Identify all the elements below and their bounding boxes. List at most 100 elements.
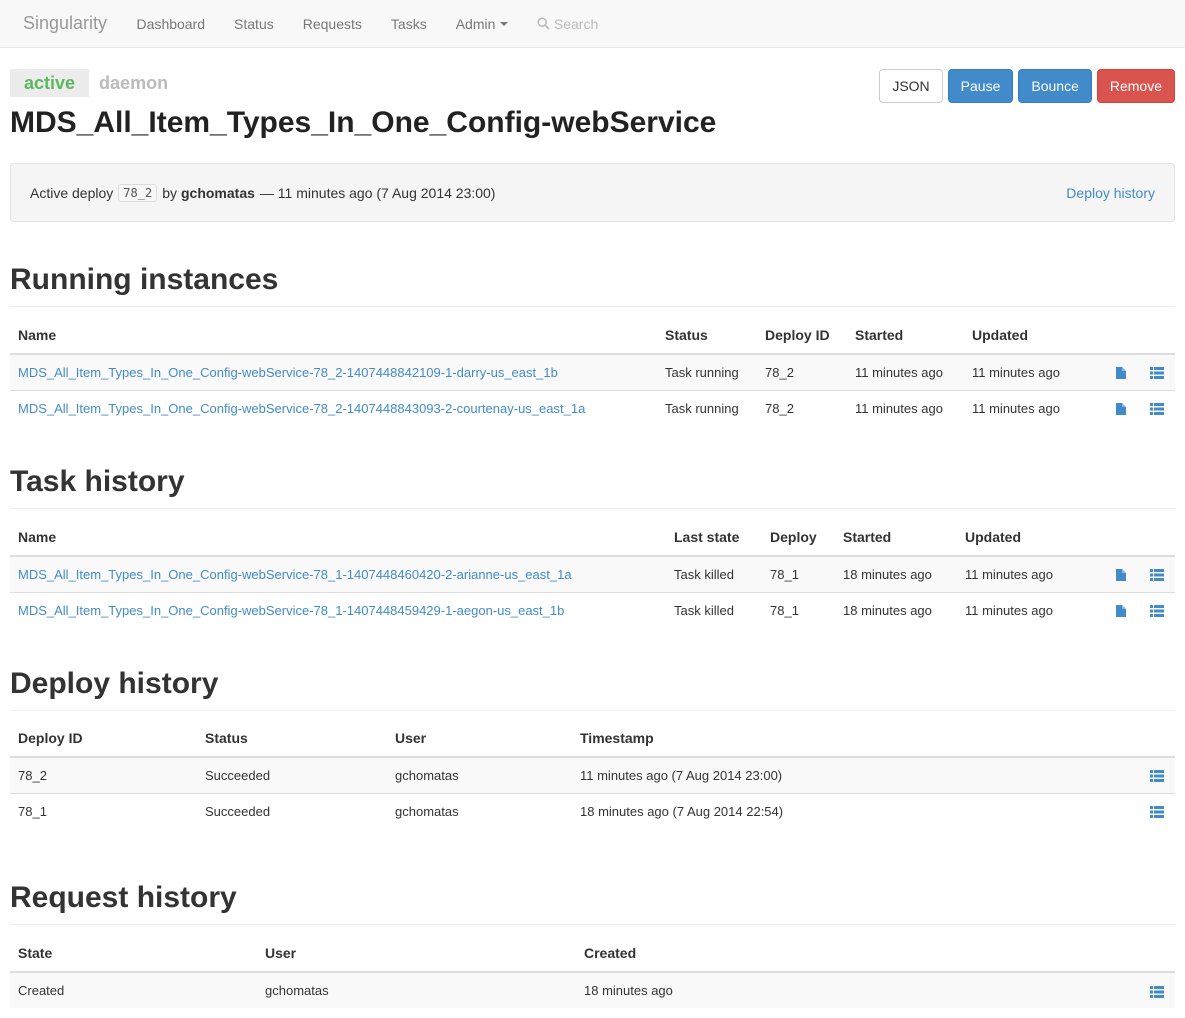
- json-button[interactable]: JSON: [879, 69, 943, 103]
- task-last-state: Task killed: [666, 555, 762, 592]
- active-deploy-by: by: [162, 184, 177, 201]
- task-deploy: 78_1: [762, 555, 835, 592]
- active-deploy-user: gchomatas: [180, 184, 255, 201]
- task-link[interactable]: MDS_All_Item_Types_In_One_Config-webServ…: [18, 567, 572, 582]
- task-status: Task running: [657, 389, 757, 426]
- col-started: Started: [847, 316, 964, 355]
- table-row: 78_1 Succeeded gchomatas 18 minutes ago …: [10, 792, 1175, 829]
- list-icon[interactable]: [1150, 367, 1164, 380]
- list-icon[interactable]: [1150, 569, 1164, 582]
- running-instances-title: Running instances: [10, 263, 279, 296]
- request-history-title: Request history: [10, 881, 237, 914]
- col-user: User: [387, 719, 572, 758]
- deploy-history-title: Deploy history: [10, 667, 219, 700]
- request-labels: active daemon: [10, 69, 178, 97]
- deploy-timestamp: 11 minutes ago (7 Aug 2014 23:00): [572, 756, 1139, 793]
- col-started: Started: [835, 518, 957, 557]
- task-updated: 11 minutes ago: [957, 591, 1103, 628]
- list-icon[interactable]: [1150, 985, 1164, 998]
- col-state: State: [10, 934, 257, 973]
- deploy-status: Succeeded: [197, 792, 387, 829]
- state-label: active: [10, 69, 90, 97]
- col-status: Status: [197, 719, 387, 758]
- task-status: Task running: [657, 353, 757, 390]
- col-created: Created: [576, 934, 1139, 973]
- nav-tasks[interactable]: Tasks: [376, 0, 441, 48]
- table-row: MDS_All_Item_Types_In_One_Config-webServ…: [10, 389, 1175, 426]
- task-updated: 11 minutes ago: [964, 389, 1103, 426]
- col-name: Name: [10, 316, 657, 355]
- nav-admin[interactable]: Admin: [441, 0, 523, 48]
- request-history-table: State User Created Created gchomatas 18 …: [10, 934, 1175, 1008]
- task-started: 11 minutes ago: [847, 389, 964, 426]
- deploy-id: 78_1: [10, 792, 197, 829]
- task-deploy: 78_2: [757, 353, 847, 390]
- list-icon[interactable]: [1150, 806, 1164, 819]
- brand-logo[interactable]: Singularity: [0, 13, 122, 34]
- type-label: daemon: [99, 73, 169, 93]
- active-deploy-time: — 11 minutes ago (7 Aug 2014 23:00): [259, 184, 496, 201]
- table-row: Created gchomatas 18 minutes ago: [10, 971, 1175, 1008]
- col-deploy-id: Deploy ID: [757, 316, 847, 355]
- search-field[interactable]: Search: [523, 16, 598, 32]
- col-deploy-id: Deploy ID: [10, 719, 197, 758]
- pause-button[interactable]: Pause: [947, 69, 1014, 103]
- file-icon[interactable]: [1116, 367, 1126, 380]
- task-history-title: Task history: [10, 465, 185, 498]
- active-deploy-id: 78_2: [118, 183, 158, 202]
- navbar: Singularity Dashboard Status Requests Ta…: [0, 0, 1185, 48]
- task-last-state: Task killed: [666, 591, 762, 628]
- task-link[interactable]: MDS_All_Item_Types_In_One_Config-webServ…: [18, 365, 558, 380]
- file-icon[interactable]: [1116, 403, 1126, 416]
- deploy-user: gchomatas: [387, 756, 572, 793]
- search-icon: [537, 17, 550, 30]
- search-placeholder: Search: [553, 15, 599, 32]
- task-history-table: Name Last state Deploy Started Updated M…: [10, 518, 1175, 628]
- caret-down-icon: [500, 21, 509, 26]
- deploy-id: 78_2: [10, 756, 197, 793]
- deploy-history-table: Deploy ID Status User Timestamp 78_2 Suc…: [10, 719, 1175, 829]
- table-row: MDS_All_Item_Types_In_One_Config-webServ…: [10, 555, 1175, 592]
- remove-button[interactable]: Remove: [1096, 69, 1175, 103]
- task-deploy: 78_1: [762, 591, 835, 628]
- nav-requests[interactable]: Requests: [288, 0, 376, 48]
- col-last-state: Last state: [666, 518, 762, 557]
- nav-admin-label: Admin: [455, 15, 496, 32]
- table-row: MDS_All_Item_Types_In_One_Config-webServ…: [10, 353, 1175, 390]
- task-link[interactable]: MDS_All_Item_Types_In_One_Config-webServ…: [18, 603, 564, 618]
- task-started: 18 minutes ago: [835, 555, 957, 592]
- task-started: 18 minutes ago: [835, 591, 957, 628]
- page-title: MDS_All_Item_Types_In_One_Config-webServ…: [10, 106, 717, 139]
- col-status: Status: [657, 316, 757, 355]
- task-started: 11 minutes ago: [847, 353, 964, 390]
- task-updated: 11 minutes ago: [964, 353, 1103, 390]
- col-deploy: Deploy: [762, 518, 835, 557]
- deploy-user: gchomatas: [387, 792, 572, 829]
- task-link[interactable]: MDS_All_Item_Types_In_One_Config-webServ…: [18, 401, 585, 416]
- action-buttons: JSON Pause Bounce Remove: [879, 69, 1175, 103]
- request-created: 18 minutes ago: [576, 971, 1139, 1008]
- nav-status[interactable]: Status: [220, 0, 289, 48]
- file-icon[interactable]: [1116, 605, 1126, 618]
- request-user: gchomatas: [257, 971, 576, 1008]
- nav-dashboard[interactable]: Dashboard: [122, 0, 220, 48]
- deploy-timestamp: 18 minutes ago (7 Aug 2014 22:54): [572, 792, 1139, 829]
- list-icon[interactable]: [1150, 605, 1164, 618]
- table-row: 78_2 Succeeded gchomatas 11 minutes ago …: [10, 756, 1175, 793]
- bounce-button[interactable]: Bounce: [1018, 69, 1092, 103]
- active-deploy-prefix: Active deploy: [30, 184, 114, 201]
- col-name: Name: [10, 518, 666, 557]
- list-icon[interactable]: [1150, 770, 1164, 783]
- deploy-status: Succeeded: [197, 756, 387, 793]
- request-state: Created: [10, 971, 257, 1008]
- col-updated: Updated: [957, 518, 1103, 557]
- col-user: User: [257, 934, 576, 973]
- file-icon[interactable]: [1116, 569, 1126, 582]
- deploy-history-link[interactable]: Deploy history: [1066, 185, 1155, 201]
- table-row: MDS_All_Item_Types_In_One_Config-webServ…: [10, 591, 1175, 628]
- col-timestamp: Timestamp: [572, 719, 1139, 758]
- running-instances-table: Name Status Deploy ID Started Updated MD…: [10, 316, 1175, 426]
- list-icon[interactable]: [1150, 403, 1164, 416]
- active-deploy-panel: Active deploy 78_2 by gchomatas — 11 min…: [10, 163, 1175, 222]
- col-updated: Updated: [964, 316, 1103, 355]
